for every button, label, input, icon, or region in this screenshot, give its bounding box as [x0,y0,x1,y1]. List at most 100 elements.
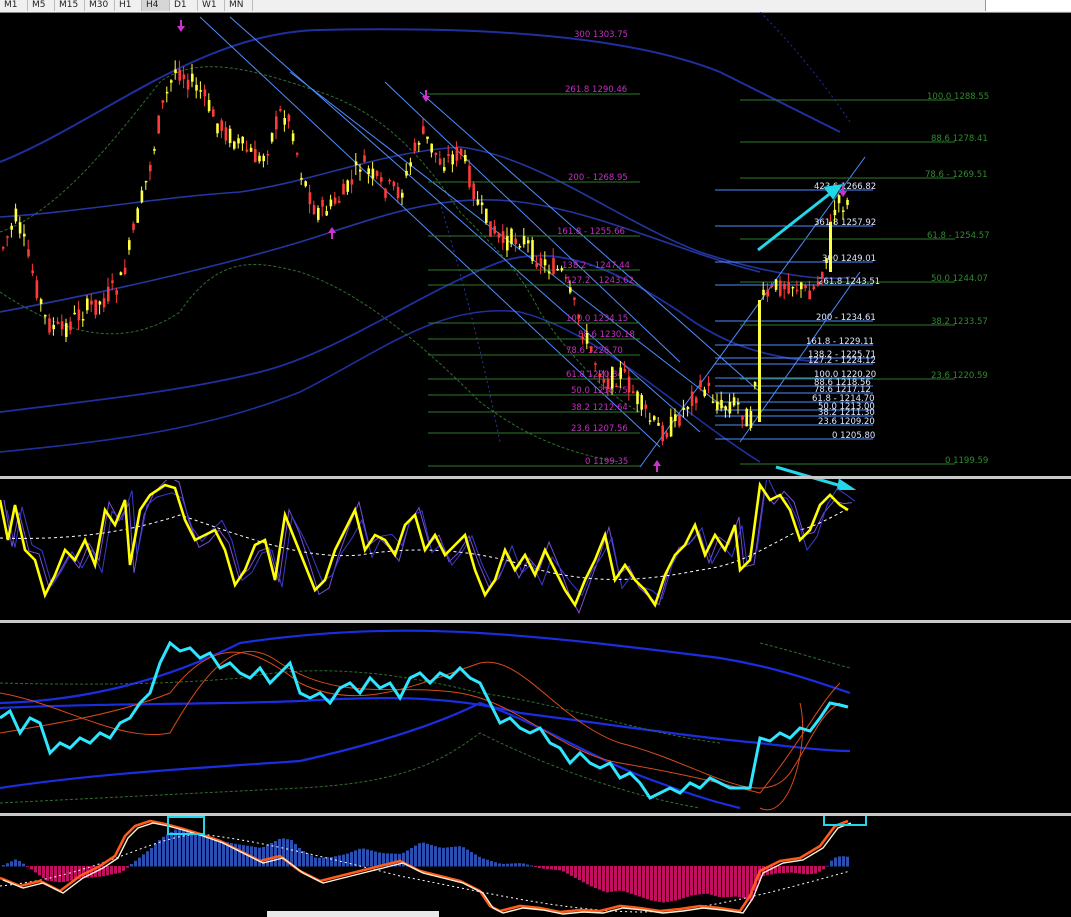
candle-body [522,236,526,245]
horizontal-scrollbar[interactable] [267,911,439,917]
candle-body [35,280,39,299]
candle-body [577,314,580,319]
timeframe-mn-button[interactable]: MN [225,0,253,11]
candle-body [443,167,446,171]
fib-blue-label: 0 1205.80 [832,431,875,441]
histogram-bar [558,866,561,871]
timeframe-h4-button[interactable]: H4 [142,0,170,11]
histogram-bar [694,866,697,895]
candle-body [296,153,299,155]
histogram-bar [630,866,633,894]
candle-body [674,414,677,421]
candle-body [325,211,328,216]
oscillator-panel-bands[interactable] [0,623,1071,813]
toolbar-search-box[interactable] [985,0,1071,11]
histogram-bar [602,866,605,892]
histogram-bar [790,866,793,873]
candle-body [787,282,790,294]
timeframe-w1-button[interactable]: W1 [198,0,225,11]
timeframe-m15-button[interactable]: M15 [55,0,85,11]
candle-body [39,299,43,304]
histogram-bar [370,850,373,867]
histogram-bar [646,866,649,900]
histogram-bar [626,866,629,893]
candle-body [632,391,635,393]
histogram-bar [170,832,173,867]
candle-body [342,183,345,195]
histogram-bar [606,866,609,893]
candle-body [480,202,484,206]
candle-body [829,222,832,272]
candle-body [191,73,194,82]
candle-body [531,240,534,261]
candle-body [291,133,295,142]
histogram-bar [30,866,33,870]
timeframe-d1-button[interactable]: D1 [170,0,198,11]
candle-body [321,200,324,207]
histogram-bar [718,866,721,897]
candle-body [485,208,488,223]
fib-left-label: 61.8 1220.84 [566,370,623,380]
candle-body [149,164,152,172]
fib-left-label: 0 1199.35 [585,457,628,467]
histogram-bar [722,866,725,898]
candle-body [779,280,782,296]
histogram-bar [506,863,509,867]
candle-body [678,415,681,426]
candle-body [119,272,123,276]
histogram-bar [522,863,525,867]
candle-body [758,300,761,422]
histogram-bar [538,866,541,868]
fib-right-label: 38.2 1233.57 [931,317,988,327]
candle-body [590,346,593,352]
candle-body [720,399,723,409]
histogram-bar [198,833,201,867]
fib-left-label: 200 - 1268.95 [568,173,628,183]
candle-body [711,401,715,403]
histogram-bar [590,866,593,887]
histogram-bar [690,866,693,896]
histogram-bar [658,866,661,902]
candle-body [434,152,438,155]
panel-separator[interactable] [0,476,1071,479]
candle-body [653,416,656,420]
histogram-bar [110,866,113,875]
timeframe-m1-button[interactable]: M1 [0,0,28,11]
candle-body [426,136,429,140]
candle-body [86,298,89,311]
histogram-bar [490,861,493,867]
candle-body [825,257,828,263]
histogram-bar [698,866,701,895]
candle-body [346,180,349,192]
oscillator-panel-macd[interactable] [0,816,1071,917]
candle-body [44,315,47,317]
histogram-bar [186,831,189,867]
candle-body [556,268,559,271]
timeframe-m5-button[interactable]: M5 [28,0,55,11]
candle-body [699,380,702,388]
histogram-bar [118,866,121,873]
histogram-bar [546,866,549,870]
candle-body [409,162,412,167]
price-chart-panel[interactable]: 300 1303.75 261.8 1290.46 200 - 1268.95 161… [0,12,1071,490]
candle-body [661,425,664,442]
timeframe-m30-button[interactable]: M30 [85,0,115,11]
candle-body [615,385,618,388]
histogram-bar [702,866,705,894]
bollinger-bands [0,12,851,463]
histogram-bar [258,847,261,867]
candle-body [81,319,85,321]
timeframe-h1-button[interactable]: H1 [115,0,142,11]
candle-body [728,402,732,414]
fractal-down-arrow-icon [328,227,336,239]
histogram-bar [454,846,457,867]
candle-body [535,263,538,267]
candle-body [518,246,522,248]
histogram-bar [438,847,441,867]
candle-body [430,143,433,153]
oscillator-panel-rsi[interactable] [0,480,1071,620]
candle-body [808,290,811,300]
histogram-bar [162,836,165,867]
histogram-bar [26,866,29,867]
histogram-bar [466,849,469,867]
